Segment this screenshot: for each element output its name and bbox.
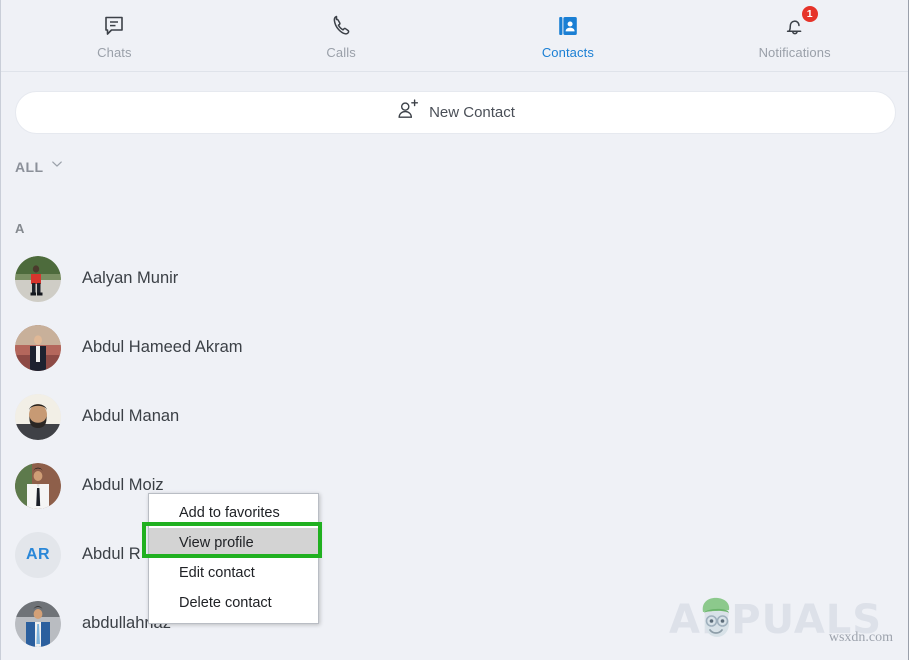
list-item[interactable]: Abdul Moiz <box>1 451 909 520</box>
new-contact-button[interactable]: New Contact <box>15 91 896 134</box>
avatar: AR <box>15 532 61 578</box>
notifications-badge: 1 <box>802 6 818 22</box>
new-contact-label: New Contact <box>429 104 515 121</box>
menu-item-delete-contact[interactable]: Delete contact <box>149 588 318 618</box>
list-item[interactable]: Abdul Hameed Akram <box>1 313 909 382</box>
tab-contacts-label: Contacts <box>542 46 594 60</box>
list-item[interactable]: AR Abdul R <box>1 520 909 589</box>
menu-item-add-to-favorites[interactable]: Add to favorites <box>149 498 318 528</box>
top-tab-bar: Chats Calls Contacts <box>1 0 908 72</box>
tab-calls-label: Calls <box>326 46 355 60</box>
phone-icon <box>328 13 354 39</box>
avatar <box>15 601 61 647</box>
avatar <box>15 463 61 509</box>
tab-chats[interactable]: Chats <box>1 0 228 72</box>
contacts-filter-dropdown[interactable]: ALL <box>15 157 64 176</box>
tab-calls[interactable]: Calls <box>228 0 455 72</box>
tab-notifications[interactable]: 1 Notifications <box>681 0 908 72</box>
tab-notifications-label: Notifications <box>759 46 831 60</box>
chevron-down-icon <box>50 157 64 176</box>
contacts-filter-label: ALL <box>15 159 43 175</box>
contacts-book-icon <box>555 13 581 39</box>
chat-bubble-icon <box>101 13 127 39</box>
contact-name: Abdul Hameed Akram <box>82 338 243 357</box>
contact-name: Abdul R <box>82 545 141 564</box>
contact-name: Abdul Manan <box>82 407 179 426</box>
avatar <box>15 394 61 440</box>
contacts-app-window: Chats Calls Contacts <box>0 0 909 660</box>
menu-item-edit-contact[interactable]: Edit contact <box>149 558 318 588</box>
list-item[interactable]: Abdul Manan <box>1 382 909 451</box>
contact-context-menu: Add to favorites View profile Edit conta… <box>148 493 319 624</box>
avatar <box>15 325 61 371</box>
tab-chats-label: Chats <box>97 46 131 60</box>
contact-name: Aalyan Munir <box>82 269 178 288</box>
bell-icon: 1 <box>782 13 808 39</box>
avatar <box>15 256 61 302</box>
menu-item-view-profile[interactable]: View profile <box>149 528 318 558</box>
list-item[interactable]: Aalyan Munir <box>1 244 909 313</box>
person-add-icon <box>396 99 420 126</box>
contacts-list: Aalyan Munir Abdul Hameed A <box>1 244 909 658</box>
section-header-letter: A <box>15 221 24 236</box>
list-item[interactable]: abdullahriaz <box>1 589 909 658</box>
tab-contacts[interactable]: Contacts <box>455 0 682 72</box>
